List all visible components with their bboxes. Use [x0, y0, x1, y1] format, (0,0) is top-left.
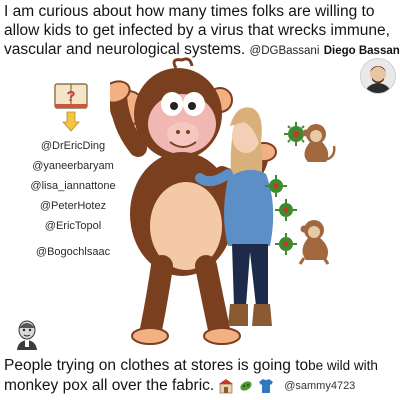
mention-link[interactable]: @PeterHotez [40, 198, 106, 214]
microbe-icon [240, 381, 252, 391]
shirt-icon [259, 379, 274, 393]
mention-link[interactable]: @EricTopol [45, 218, 101, 234]
monkey-icon [302, 124, 336, 162]
caption-text: People trying on clothes at stores is go… [4, 356, 400, 396]
caption-avatar[interactable] [14, 320, 40, 350]
mention-link[interactable]: @yaneerbaryam [32, 158, 113, 174]
mention-link[interactable]: @lisa_iannattone [30, 178, 115, 194]
monkey-hug-illustration [110, 57, 336, 345]
caption-handle[interactable]: @sammy4723 [284, 376, 355, 396]
virus-icon [275, 233, 297, 255]
headline-line-1: I am curious about how many times folks … [4, 3, 375, 20]
caption-line-1-main: People trying on clothes at stores is go… [4, 357, 309, 374]
mention-link[interactable]: @DrEricDing [41, 138, 105, 154]
question-book-icon: ? [54, 83, 88, 132]
monkey-icon [298, 220, 330, 265]
caption-line-1: People trying on clothes at stores is go… [4, 356, 400, 376]
virus-icon [275, 199, 297, 221]
caption-line-2: monkey pox all over the fabric. @sammy47… [4, 376, 400, 396]
svg-text:?: ? [66, 88, 75, 105]
mention-link[interactable]: @Bogochlsaac [36, 244, 110, 260]
author-avatar[interactable] [360, 58, 396, 94]
headline-text: I am curious about how many times folks … [4, 2, 400, 61]
store-icon [219, 379, 234, 394]
caption-line-2-text: monkey pox all over the fabric. [4, 377, 215, 394]
pointing-hand-icon [62, 111, 80, 132]
caption-line-1-tail: be wild with [308, 358, 378, 373]
headline-line-2: allow kids to get infected by a virus th… [4, 22, 390, 39]
